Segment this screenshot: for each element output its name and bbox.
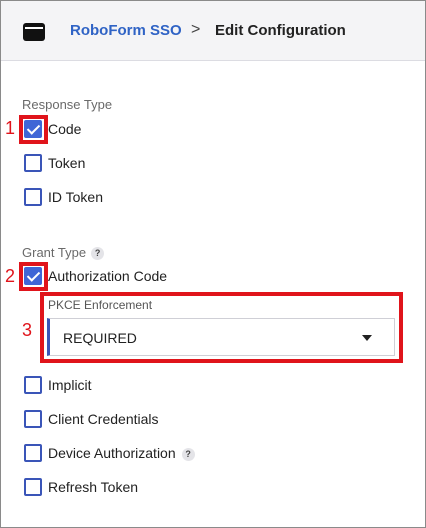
code-label: Code bbox=[48, 121, 82, 137]
checkbox-row-id-token[interactable]: ID Token bbox=[24, 187, 103, 207]
device-authorization-label: Device Authorization? bbox=[48, 445, 195, 461]
help-icon[interactable]: ? bbox=[91, 247, 105, 260]
checkbox-row-refresh-token[interactable]: Refresh Token bbox=[24, 477, 138, 497]
breadcrumb-separator: > bbox=[191, 21, 201, 38]
client-credentials-checkbox[interactable] bbox=[24, 410, 42, 428]
authorization-code-label: Authorization Code bbox=[48, 268, 168, 284]
checkbox-row-implicit[interactable]: Implicit bbox=[24, 375, 92, 395]
token-label: Token bbox=[48, 155, 86, 171]
grant-type-label: Grant Type? bbox=[22, 245, 105, 260]
header-bar: RoboForm SSO > Edit Configuration bbox=[1, 1, 425, 61]
token-checkbox[interactable] bbox=[24, 154, 42, 172]
annotation-highlight-box bbox=[19, 262, 48, 291]
response-type-label: Response Type bbox=[22, 97, 113, 112]
annotation-highlight-box bbox=[19, 115, 48, 144]
help-icon[interactable]: ? bbox=[181, 448, 195, 461]
implicit-checkbox[interactable] bbox=[24, 376, 42, 394]
device-authorization-checkbox[interactable] bbox=[24, 444, 42, 462]
device-authorization-label-text: Device Authorization bbox=[48, 445, 176, 461]
annotation-number: 2 bbox=[5, 266, 16, 286]
implicit-label: Implicit bbox=[48, 377, 92, 393]
page-title: Edit Configuration bbox=[215, 22, 346, 39]
id-token-label: ID Token bbox=[48, 189, 103, 205]
breadcrumb-roboform-sso-link[interactable]: RoboForm SSO bbox=[70, 22, 182, 39]
refresh-token-label: Refresh Token bbox=[48, 479, 139, 495]
window-icon bbox=[23, 23, 45, 41]
checkbox-row-device-authorization[interactable]: Device Authorization? bbox=[24, 443, 195, 463]
annotation-number: 3 bbox=[22, 320, 33, 340]
checkbox-row-token[interactable]: Token bbox=[24, 153, 85, 173]
refresh-token-checkbox[interactable] bbox=[24, 478, 42, 496]
checkbox-row-client-credentials[interactable]: Client Credentials bbox=[24, 409, 159, 429]
annotation-highlight-box bbox=[40, 292, 403, 363]
annotation-number: 1 bbox=[5, 118, 16, 138]
grant-type-label-text: Grant Type bbox=[22, 245, 87, 260]
client-credentials-label: Client Credentials bbox=[48, 411, 159, 427]
id-token-checkbox[interactable] bbox=[24, 188, 42, 206]
